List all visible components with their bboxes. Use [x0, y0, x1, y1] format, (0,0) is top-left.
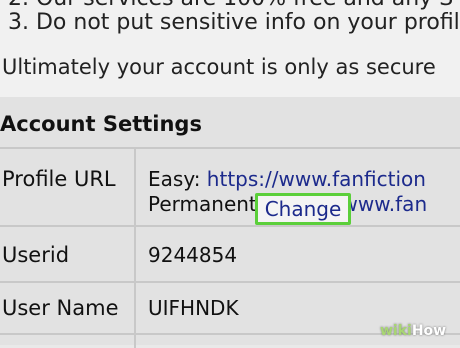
change-username-link[interactable]: Change	[255, 193, 351, 225]
account-settings-table: Account Settings Profile URL Easy: https…	[0, 97, 460, 348]
userid-label: Userid	[2, 243, 70, 267]
profile-url-easy: Easy: https://www.fanfiction	[148, 167, 426, 191]
user-name-label: User Name	[2, 296, 119, 320]
easy-profile-link[interactable]: https://www.fanfiction	[207, 167, 426, 191]
easy-prefix: Easy:	[148, 167, 207, 191]
wikihow-watermark: wikiHow	[380, 323, 447, 339]
row-divider	[0, 147, 460, 149]
row-divider	[0, 225, 460, 227]
permanent-prefix: Permanent:	[148, 192, 270, 216]
guidelines-section: 2. Our services are 100% free and any S …	[0, 0, 460, 97]
userid-value: 9244854	[148, 243, 238, 267]
security-note: Ultimately your account is only as secur…	[2, 55, 436, 79]
column-divider	[134, 148, 136, 348]
guideline-item-3: 3. Do not put sensitive info on your pro…	[8, 10, 460, 35]
profile-url-label: Profile URL	[2, 167, 116, 191]
user-name-value: UIFHNDK	[148, 296, 239, 320]
row-divider	[0, 281, 460, 283]
account-settings-title: Account Settings	[0, 112, 202, 136]
